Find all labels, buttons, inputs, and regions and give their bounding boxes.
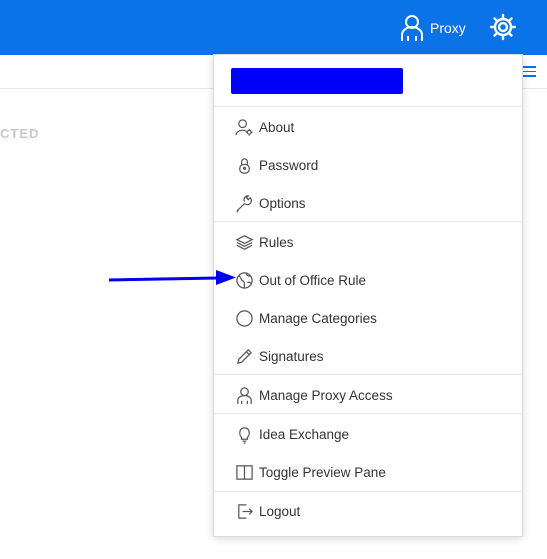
lightbulb-icon: [239, 426, 250, 444]
menu-divider: [214, 374, 522, 375]
menu-item-password[interactable]: Password: [214, 146, 522, 184]
menu-item-label: Logout: [259, 503, 301, 519]
section-heading-fragment: CTED: [0, 126, 40, 141]
gear-icon: [489, 13, 517, 41]
menu-item-label: Manage Categories: [259, 310, 377, 326]
menu-item-out-of-office-rule[interactable]: Out of Office Rule: [214, 261, 522, 299]
menu-item-label: Idea Exchange: [259, 426, 350, 442]
account-header: [214, 55, 522, 107]
menu-item-label: Manage Proxy Access: [259, 387, 393, 403]
menu-divider: [214, 413, 522, 414]
menu-item-rules[interactable]: Rules: [214, 223, 522, 261]
logout-icon: [238, 503, 253, 519]
split-pane-icon: [236, 464, 253, 480]
proxy-button[interactable]: Proxy: [400, 12, 466, 44]
menu-item-label: Options: [259, 195, 306, 211]
menu-item-label: About: [259, 119, 295, 135]
pencil-icon: [237, 348, 253, 364]
proxy-user-icon: [237, 386, 252, 404]
menu-item-manage-proxy-access[interactable]: Manage Proxy Access: [214, 376, 522, 414]
layers-icon: [235, 234, 254, 250]
proxy-user-icon: [401, 15, 423, 41]
menu-item-label: Password: [259, 157, 319, 173]
menu-item-label: Rules: [259, 234, 294, 250]
menu-item-options[interactable]: Options: [214, 184, 522, 222]
annotation-arrow-icon: [108, 270, 236, 285]
menu-item-about[interactable]: About: [214, 108, 522, 146]
menu-item-label: Signatures: [259, 348, 324, 364]
lock-icon: [239, 157, 250, 174]
user-settings-icon: [235, 118, 253, 136]
top-navigation-bar: Proxy: [0, 0, 547, 55]
menu-item-signatures[interactable]: Signatures: [214, 337, 522, 375]
wrench-icon: [236, 194, 252, 212]
settings-gear-button[interactable]: [489, 12, 517, 42]
redacted-account-name: [231, 68, 403, 94]
menu-item-idea-exchange[interactable]: Idea Exchange: [214, 415, 522, 453]
settings-dropdown-menu: About Password Options Rules Out of Offi…: [213, 54, 523, 537]
circle-icon: [236, 309, 253, 327]
menu-divider: [214, 221, 522, 222]
menu-item-toggle-preview-pane[interactable]: Toggle Preview Pane: [214, 453, 522, 491]
proxy-label: Proxy: [430, 20, 466, 36]
menu-item-label: Out of Office Rule: [259, 272, 367, 288]
menu-item-logout[interactable]: Logout: [214, 492, 522, 530]
menu-item-label: Toggle Preview Pane: [259, 464, 386, 480]
menu-item-manage-categories[interactable]: Manage Categories: [214, 299, 522, 337]
